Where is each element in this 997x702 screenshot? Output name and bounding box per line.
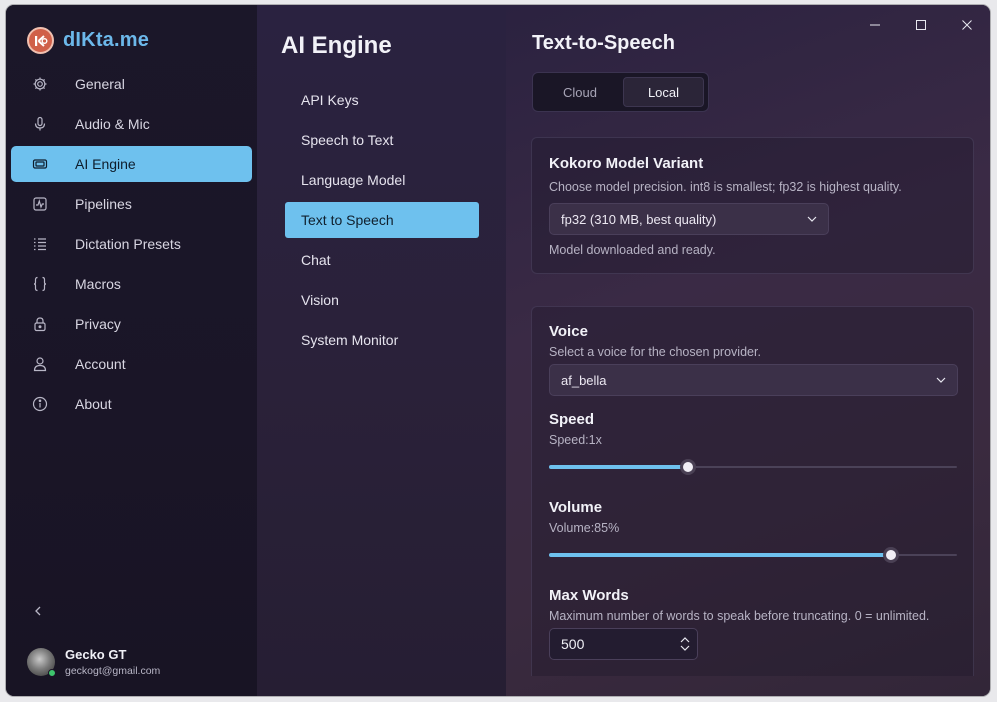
list-icon [31, 235, 49, 253]
sidebar-item-ai-engine[interactable]: AI Engine [11, 146, 252, 182]
section-title: AI Engine [281, 32, 392, 59]
brand: dIKta.me [27, 27, 149, 54]
model-variant-description: Choose model precision. int8 is smallest… [549, 180, 902, 194]
sidebar-item-about[interactable]: About [11, 386, 252, 422]
gear-icon [31, 75, 49, 93]
sidebar-item-label: Dictation Presets [75, 236, 181, 252]
section-item-text-to-speech[interactable]: Text to Speech [285, 202, 479, 238]
model-variant-card: Kokoro Model Variant Choose model precis… [531, 137, 974, 274]
user-name: Gecko GT [65, 647, 127, 662]
model-status: Model downloaded and ready. [549, 243, 716, 257]
sidebar-item-general[interactable]: General [11, 66, 252, 102]
sidebar: dIKta.me General Audio & Mic AI Engine P… [6, 5, 257, 696]
content-panel: Text-to-Speech Cloud Local Kokoro Model … [506, 5, 990, 696]
window-controls [852, 11, 990, 39]
max-words-heading: Max Words [549, 587, 629, 604]
model-variant-value: fp32 (310 MB, best quality) [561, 211, 717, 227]
model-variant-heading: Kokoro Model Variant [549, 155, 704, 172]
slider-fill [549, 465, 688, 469]
app-name: dIKta.me [63, 29, 150, 51]
sidebar-item-label: Pipelines [75, 196, 132, 212]
voice-heading: Voice [549, 323, 588, 340]
chevron-down-icon [807, 216, 817, 222]
maximize-icon [916, 20, 926, 30]
sidebar-item-macros[interactable]: Macros [11, 266, 252, 302]
voice-value: af_bella [561, 372, 607, 388]
braces-icon [31, 275, 49, 293]
speed-readout: Speed:1x [549, 433, 602, 447]
chevron-down-icon [936, 377, 946, 383]
sidebar-item-label: About [75, 396, 112, 412]
info-icon [31, 395, 49, 413]
sidebar-item-label: Privacy [75, 316, 121, 332]
user-profile[interactable]: Gecko GT geckogt@gmail.com [27, 647, 160, 677]
stepper-arrows-icon[interactable] [679, 636, 691, 652]
section-item-system-monitor[interactable]: System Monitor [285, 322, 479, 358]
sidebar-item-label: General [75, 76, 125, 92]
sidebar-item-label: AI Engine [75, 156, 136, 172]
pulse-icon [31, 195, 49, 213]
volume-slider[interactable] [549, 547, 957, 563]
user-email: geckogt@gmail.com [65, 665, 161, 677]
volume-heading: Volume [549, 499, 603, 516]
section-item-vision[interactable]: Vision [285, 282, 479, 318]
section-nav: API Keys Speech to Text Language Model T… [285, 82, 479, 362]
voice-settings-card: Voice Select a voice for the chosen prov… [531, 306, 974, 676]
page-title: Text-to-Speech [532, 32, 675, 54]
slider-fill [549, 553, 891, 557]
section-item-language-model[interactable]: Language Model [285, 162, 479, 198]
provider-toggle: Cloud Local [532, 72, 709, 112]
app-logo-icon [27, 27, 54, 54]
sidebar-nav: General Audio & Mic AI Engine Pipelines … [11, 66, 252, 426]
microphone-icon [31, 115, 49, 133]
slider-thumb[interactable] [882, 547, 899, 563]
volume-readout: Volume:85% [549, 521, 620, 535]
cloud-tab[interactable]: Cloud [537, 77, 623, 107]
sidebar-item-dictation-presets[interactable]: Dictation Presets [11, 226, 252, 262]
online-status-dot [48, 669, 56, 677]
chip-icon [31, 155, 49, 173]
maximize-button[interactable] [898, 11, 944, 39]
sidebar-item-label: Macros [75, 276, 121, 292]
sidebar-item-audio-mic[interactable]: Audio & Mic [11, 106, 252, 142]
minimize-icon [870, 24, 880, 26]
voice-select[interactable]: af_bella [549, 364, 958, 396]
voice-description: Select a voice for the chosen provider. [549, 345, 761, 359]
section-item-api-keys[interactable]: API Keys [285, 82, 479, 118]
speed-slider[interactable] [549, 459, 957, 475]
sidebar-item-account[interactable]: Account [11, 346, 252, 382]
minimize-button[interactable] [852, 11, 898, 39]
section-panel: AI Engine API Keys Speech to Text Langua… [257, 5, 506, 696]
avatar [27, 648, 56, 677]
sidebar-item-label: Account [75, 356, 126, 372]
sidebar-item-pipelines[interactable]: Pipelines [11, 186, 252, 222]
person-icon [31, 355, 49, 373]
chevron-left-icon [35, 606, 41, 616]
max-words-description: Maximum number of words to speak before … [549, 609, 930, 623]
lock-icon [31, 315, 49, 333]
local-tab[interactable]: Local [623, 77, 704, 107]
close-icon [962, 20, 972, 30]
section-item-chat[interactable]: Chat [285, 242, 479, 278]
slider-thumb[interactable] [679, 459, 696, 475]
model-variant-select[interactable]: fp32 (310 MB, best quality) [549, 203, 829, 235]
collapse-sidebar-button[interactable] [30, 603, 46, 619]
max-words-value: 500 [561, 636, 585, 652]
speed-heading: Speed [549, 411, 595, 428]
sidebar-item-label: Audio & Mic [75, 116, 150, 132]
sidebar-item-privacy[interactable]: Privacy [11, 306, 252, 342]
app-window: dIKta.me General Audio & Mic AI Engine P… [6, 5, 990, 696]
max-words-input[interactable]: 500 [549, 628, 698, 660]
close-button[interactable] [944, 11, 990, 39]
section-item-speech-to-text[interactable]: Speech to Text [285, 122, 479, 158]
